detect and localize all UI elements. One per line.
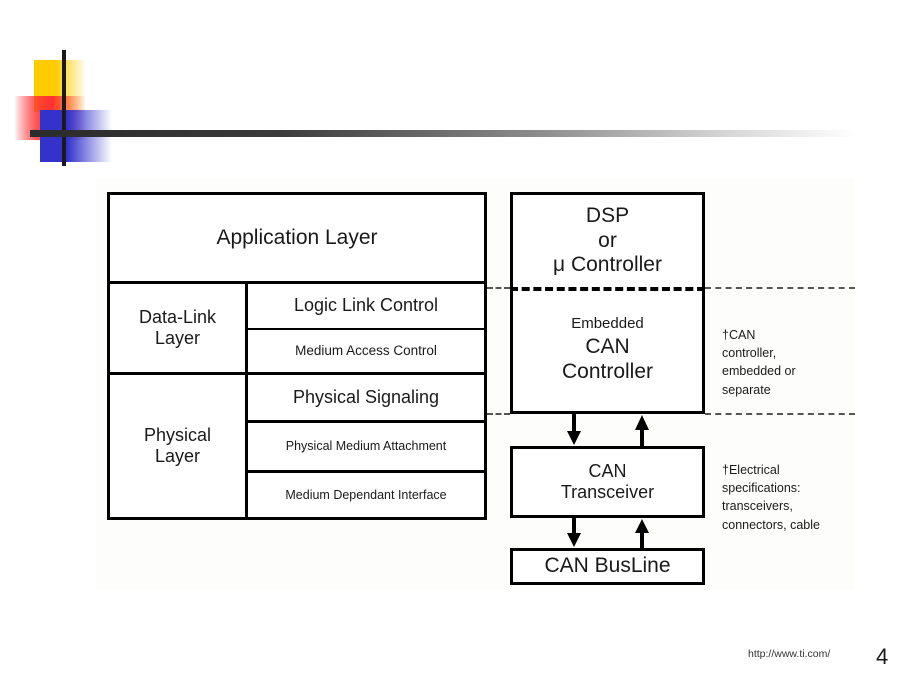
box-embedded-can-controller: Embedded CAN Controller (510, 289, 705, 414)
box-can-busline: CAN BusLine (510, 548, 705, 585)
cell-physical-medium-attachment: Physical Medium Attachment (248, 423, 484, 470)
annotation-can-controller-text: CAN controller, embedded or separate (722, 328, 796, 397)
slide-canvas: Application Layer Data-Link Layer Logic … (0, 0, 920, 690)
can-controller-label-small: Embedded (571, 315, 644, 333)
box-dsp-controller: DSP or μ Controller (510, 192, 705, 287)
annotation-electrical-spec-text: Electrical specifications: transceivers,… (722, 463, 820, 532)
divider-group-column (245, 284, 248, 517)
arrows-transceiver-busline (567, 518, 649, 548)
cell-physical-layer-group: Physical Layer (110, 375, 245, 517)
annotation-can-controller: †CAN controller, embedded or separate (722, 308, 862, 399)
cell-logic-link-control: Logic Link Control (248, 284, 484, 328)
dashed-separator-upper-thin-left (487, 287, 510, 289)
cell-medium-dependant-interface: Medium Dependant Interface (248, 473, 484, 517)
dashed-separator-upper-bold (510, 287, 705, 291)
can-controller-label-large: CAN Controller (561, 335, 654, 383)
header-horizontal-rule (30, 130, 856, 137)
slide-number: 4 (876, 644, 889, 669)
logo-vertical-line (62, 50, 66, 166)
cell-physical-signaling: Physical Signaling (248, 375, 484, 420)
box-can-transceiver: CAN Transceiver (510, 446, 705, 518)
arrows-controller-transceiver (567, 414, 649, 446)
dashed-separator-lower-thin-left (487, 413, 510, 415)
osi-layer-table: Application Layer Data-Link Layer Logic … (107, 192, 487, 520)
dagger-icon-upper: † (722, 328, 729, 343)
dagger-icon-lower: † (722, 463, 729, 478)
footer-url[interactable]: http://www.ti.com/ (748, 648, 830, 660)
annotation-electrical-spec: †Electrical specifications: transceivers… (722, 443, 867, 534)
cell-data-link-layer-group: Data-Link Layer (110, 284, 245, 372)
dashed-separator-upper-thin (705, 287, 855, 289)
dashed-separator-lower-thin (705, 413, 855, 415)
cell-application-layer: Application Layer (110, 195, 484, 281)
cell-medium-access-control: Medium Access Control (248, 330, 484, 372)
